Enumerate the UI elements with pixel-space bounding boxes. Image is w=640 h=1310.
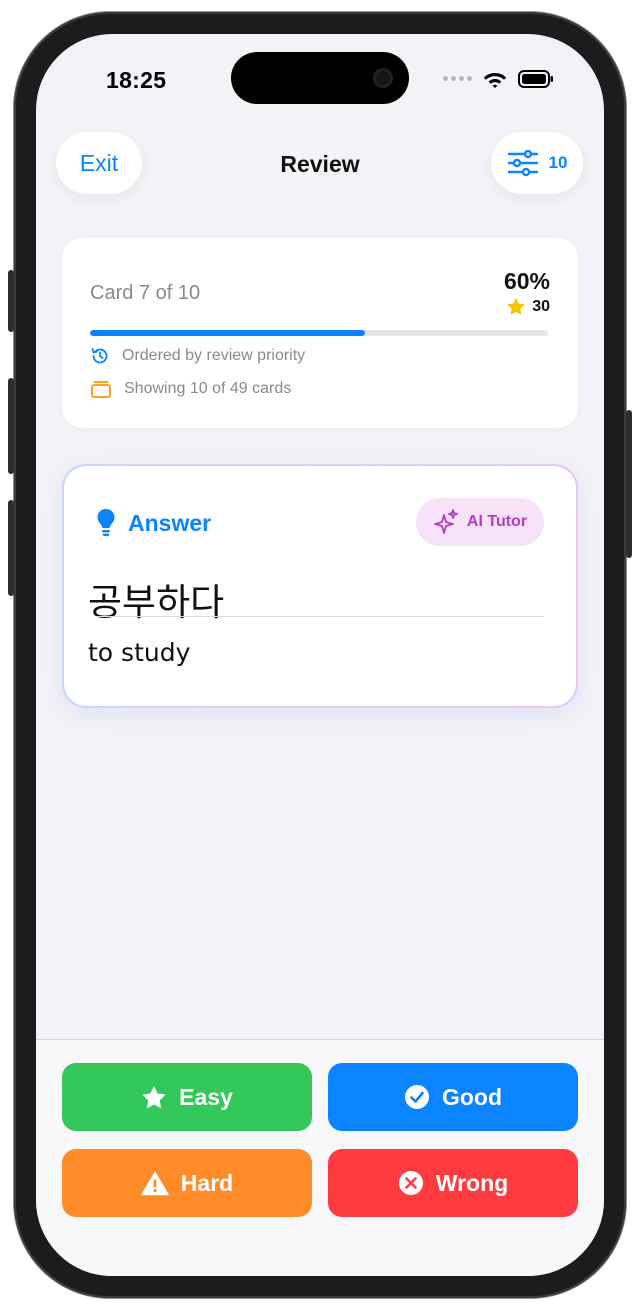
divider [96, 616, 544, 617]
power-button [626, 410, 632, 558]
answer-card: Answer AI Tutor 공부하다 to study [62, 464, 578, 708]
signal-icon [443, 76, 472, 81]
wifi-icon [483, 73, 507, 88]
meaning-text: to study [88, 638, 191, 667]
lightbulb-icon [97, 509, 115, 536]
progress-card: Card 7 of 10 60% 30 Ordered by review pr… [62, 238, 578, 428]
status-time: 18:25 [106, 67, 167, 93]
hard-button[interactable]: Hard [62, 1149, 312, 1217]
star-count: 30 [506, 297, 550, 316]
action-button [8, 270, 14, 332]
card-stack-icon [91, 381, 111, 398]
volume-up-button [8, 378, 14, 474]
good-label: Good [441, 1083, 503, 1110]
phone-frame: 18:25 Exit Review 10 Card 7 of 10 60% 30… [8, 12, 632, 1298]
screen: 18:25 Exit Review 10 Card 7 of 10 60% 30… [36, 34, 604, 1276]
progress-percent: 60% [503, 268, 550, 294]
easy-button[interactable]: Easy [62, 1063, 312, 1131]
sparkles-icon [434, 509, 458, 534]
battery-icon [518, 69, 553, 88]
checkmark-circle-icon [404, 1085, 429, 1109]
ai-tutor-label: AI Tutor [466, 513, 528, 530]
sliders-icon [507, 150, 538, 176]
star-icon [507, 297, 526, 315]
x-circle-icon [398, 1171, 423, 1195]
star-icon [142, 1085, 166, 1108]
dynamic-island [231, 52, 409, 104]
answer-heading-label: Answer [128, 509, 212, 536]
easy-label: Easy [179, 1083, 233, 1110]
term-text: 공부하다 [88, 581, 225, 624]
showing-note: Showing 10 of 49 cards [90, 379, 291, 399]
order-note-text: Ordered by review priority [122, 347, 306, 364]
answer-heading: Answer [96, 508, 211, 538]
good-button[interactable]: Good [328, 1063, 578, 1131]
ai-tutor-button[interactable]: AI Tutor [416, 498, 544, 546]
star-value: 30 [532, 297, 550, 315]
wrong-button[interactable]: Wrong [328, 1149, 578, 1217]
status-icons [443, 69, 554, 88]
hard-label: Hard [180, 1169, 234, 1196]
filter-count: 10 [548, 153, 568, 172]
warning-triangle-icon [141, 1171, 169, 1195]
home-indicator-area [36, 1240, 604, 1276]
progress-bar-fill [90, 330, 365, 336]
card-counter: Card 7 of 10 [90, 282, 201, 304]
order-note: Ordered by review priority [90, 346, 305, 366]
progress-bar [90, 330, 548, 336]
filter-button[interactable]: 10 [491, 132, 583, 194]
volume-down-button [8, 500, 14, 596]
showing-note-text: Showing 10 of 49 cards [124, 380, 292, 397]
clock-arrow-icon [91, 348, 108, 364]
wrong-label: Wrong [435, 1169, 509, 1196]
camera [373, 68, 393, 88]
